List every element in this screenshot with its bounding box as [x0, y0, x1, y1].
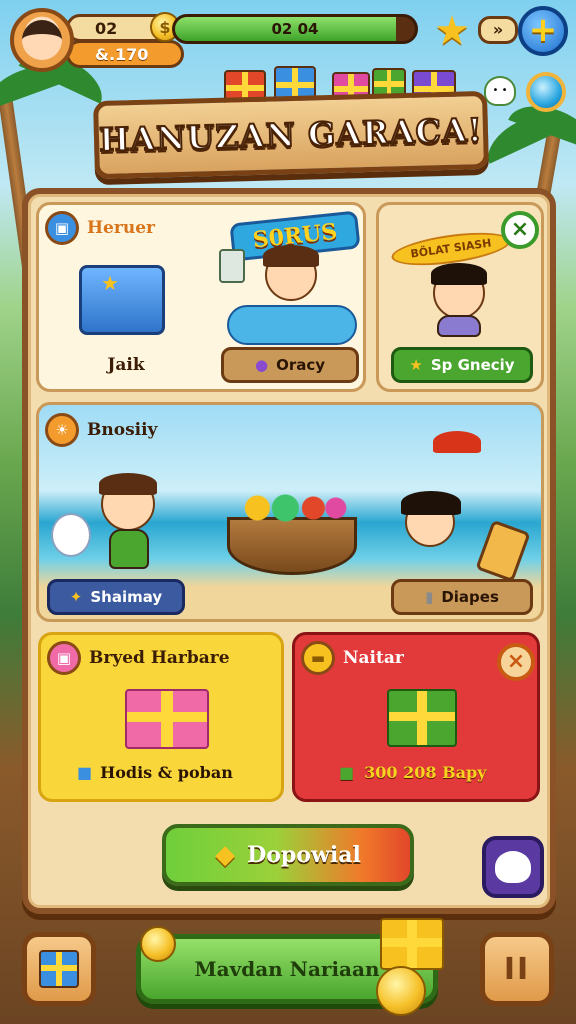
red-title: Naitar	[343, 648, 404, 668]
pause-icon: II	[503, 951, 531, 987]
gift-icon	[39, 950, 79, 988]
gift-nav-button[interactable]	[22, 932, 96, 1006]
dopowial-button[interactable]: ◆ Dopowial	[162, 824, 414, 886]
coin-icon	[140, 926, 176, 962]
page-title: HANUZAN GARACA!	[98, 110, 485, 160]
yellow-footer: ■ Hodis & poban	[77, 763, 233, 782]
treasure-title: Heruer	[87, 218, 155, 238]
special-card[interactable]: BÖLAT SIASH × ★ Sp Gneciy	[376, 202, 544, 392]
yellow-gift-card[interactable]: ▣ Bryed Harbare ■ Hodis & poban	[38, 632, 284, 802]
star-icon: ★	[409, 356, 423, 374]
kid-hair	[401, 491, 461, 515]
shaimay-button[interactable]: ✦ Shaimay	[47, 579, 185, 615]
star-icon[interactable]: ★	[428, 8, 476, 54]
red-gift-card[interactable]: ▬ Naitar × ■ 300 208 Bapy	[292, 632, 540, 802]
phone-icon	[219, 249, 245, 283]
cat-icon	[495, 851, 531, 883]
close-button[interactable]: ×	[497, 643, 535, 681]
kid-hair	[99, 473, 157, 495]
beach-header: ☀ Bnosiiy	[45, 413, 157, 447]
red-footer: ■ 300 208 Bapy	[339, 763, 486, 782]
pause-button[interactable]: II	[480, 932, 554, 1006]
beach-card[interactable]: ☀ Bnosiiy ✦ Shaimay ▮ Diapes	[36, 402, 544, 622]
oracy-button-label: Oracy	[276, 356, 326, 374]
next-button[interactable]: »	[478, 16, 518, 44]
bunny-icon	[51, 513, 91, 557]
player-avatar[interactable]	[10, 8, 74, 72]
chest-label: Jaik	[107, 355, 145, 375]
treasure-header: ▣ Heruer	[45, 211, 155, 245]
coins-value: &.170	[95, 44, 149, 64]
fruit-icon	[235, 491, 347, 525]
boat-basket-icon	[227, 517, 357, 575]
bird-icon: ◆	[215, 840, 236, 870]
main-nav-label: Mavdan Nariaan	[194, 957, 380, 981]
cube-icon: ■	[77, 763, 93, 782]
avatar-face	[22, 20, 62, 60]
chest-star-icon: ★	[101, 271, 119, 295]
yellow-title: Bryed Harbare	[89, 648, 230, 668]
treasure-card[interactable]: ▣ Heruer ★ Jaik S0RUS ● Oracy	[36, 202, 366, 392]
kid-hair	[431, 263, 487, 285]
add-currency-button[interactable]: +	[518, 6, 568, 56]
pink-gift-box-icon	[125, 689, 209, 749]
chick-icon: • •	[484, 76, 516, 106]
oracy-button[interactable]: ● Oracy	[221, 347, 359, 383]
orb-button[interactable]	[526, 72, 566, 112]
coin-icon	[376, 966, 426, 1016]
gold-chest-icon	[380, 918, 444, 970]
yellow-header: ▣ Bryed Harbare	[47, 641, 230, 675]
gift-icon: ▣	[47, 641, 81, 675]
green-gift-box-icon	[387, 689, 457, 747]
potion-icon: ●	[254, 356, 269, 374]
dopowial-button-label: Dopowial	[247, 842, 361, 868]
title-board: HANUZAN GARACA!	[93, 90, 489, 180]
special-button-label: Sp Gneciy	[430, 356, 515, 374]
gold-bar-icon: ▬	[301, 641, 335, 675]
hat-kid-icon	[433, 431, 481, 453]
kid-hair	[263, 245, 319, 267]
shaimay-button-label: Shaimay	[90, 588, 163, 606]
xp-progress-bar: 02 04	[172, 14, 418, 44]
chest-icon	[79, 265, 165, 335]
sparkle-icon: ✦	[69, 588, 83, 606]
special-button[interactable]: ★ Sp Gneciy	[391, 347, 533, 383]
sun-icon: ☀	[45, 413, 79, 447]
gift-icon: ▣	[45, 211, 79, 245]
coins-pill: &.170	[66, 40, 184, 68]
xp-progress-text: 02 04	[271, 20, 319, 38]
calculator-icon	[475, 519, 531, 583]
red-header: ▬ Naitar	[301, 641, 404, 675]
pillow-icon	[227, 305, 357, 345]
red-footer-text: 300 208 Bapy	[364, 763, 487, 782]
can-icon: ▮	[425, 588, 434, 606]
level-value: 02	[95, 18, 118, 38]
close-button[interactable]: ×	[501, 211, 539, 249]
diapes-button-label: Diapes	[441, 588, 499, 606]
yellow-footer-text: Hodis & poban	[100, 763, 233, 782]
kid-body	[109, 529, 149, 569]
kid-body	[437, 315, 481, 337]
diapes-button[interactable]: ▮ Diapes	[391, 579, 533, 615]
cat-button[interactable]	[482, 836, 544, 898]
gift-icon: ■	[339, 763, 355, 782]
beach-title: Bnosiiy	[87, 420, 158, 440]
